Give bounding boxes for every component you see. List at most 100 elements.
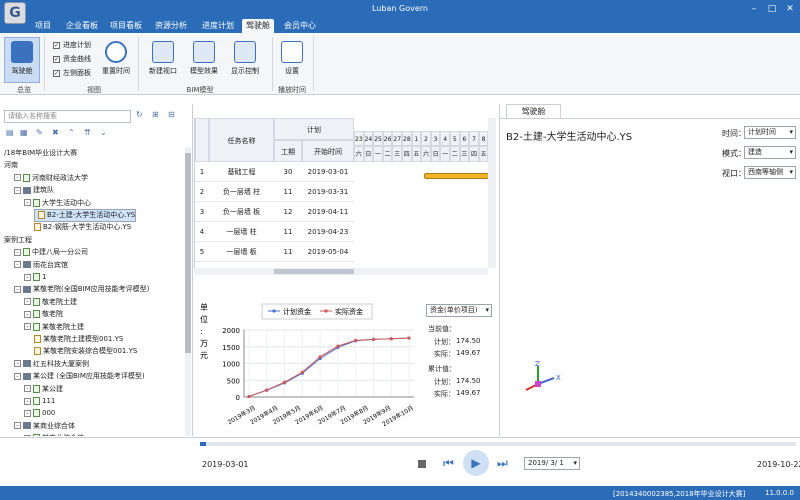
tree-item[interactable]: - 某敬老院土建 xyxy=(24,321,84,334)
gantt-row-start[interactable]: 2019-05-04 xyxy=(302,242,354,262)
tree-item[interactable]: - 某商业综合体 xyxy=(14,420,75,433)
gantt-vscrollbar[interactable] xyxy=(488,118,496,268)
tree-scrollbar[interactable] xyxy=(185,147,191,436)
schedule-checkbox[interactable]: ✓ 进度计划 xyxy=(53,40,91,50)
gantt-row-index[interactable]: 1 xyxy=(195,162,209,182)
tree-item[interactable]: B2-钢筋-大学生活动中心.YS xyxy=(34,221,131,234)
collapse-icon[interactable]: - xyxy=(24,397,31,405)
collapse-icon[interactable]: - xyxy=(24,323,31,331)
gantt-row-task[interactable]: 一层墙 柱 xyxy=(209,222,274,242)
tree-item[interactable]: 案例工程 xyxy=(4,234,32,247)
time-dropdown[interactable]: 计划时间 ▾ xyxy=(744,126,796,139)
scrollbar-thumb[interactable] xyxy=(185,153,191,353)
mode-dropdown[interactable]: 建造 ▾ xyxy=(744,146,796,159)
menu-schedule[interactable]: 进度计划 xyxy=(198,19,238,33)
collapse-icon[interactable]: - xyxy=(14,422,21,430)
menu-project-board[interactable]: 项目看板 xyxy=(106,19,146,33)
gantt-row-index[interactable]: 4 xyxy=(195,222,209,242)
display-control-button[interactable]: 显示控制 xyxy=(227,37,263,76)
menu-member-center[interactable]: 会员中心 xyxy=(280,19,320,33)
tree-item[interactable]: - 某公建 (全国BIM应用技能考评模型) xyxy=(14,370,145,383)
gantt-row-task[interactable]: 一层墙 板 xyxy=(209,242,274,262)
collapse-icon[interactable]: - xyxy=(14,285,21,293)
tree-item[interactable]: - 建筑队 xyxy=(14,184,54,197)
gantt-row-start[interactable]: 2019-03-01 xyxy=(302,162,354,182)
menu-enterprise-board[interactable]: 企业看板 xyxy=(62,19,102,33)
search-input[interactable]: 请输入名称搜索 xyxy=(4,110,131,123)
gantt-row-duration[interactable]: 11 xyxy=(274,182,302,202)
tree-item[interactable]: - 某敬老院(全国BIM应用技能考评模型) xyxy=(14,283,149,296)
minimize-icon[interactable]: – xyxy=(745,2,763,16)
gantt-row-duration[interactable]: 30 xyxy=(274,162,302,182)
left-panel-checkbox[interactable]: ✓ 左侧面板 xyxy=(53,68,91,78)
gantt-row-start[interactable]: 2019-03-31 xyxy=(302,182,354,202)
tree-item[interactable]: - 雨花台宾馆 xyxy=(14,259,68,272)
gantt-task-bar[interactable] xyxy=(424,173,489,179)
fast-forward-icon[interactable]: ⏭ xyxy=(497,456,508,471)
collapse-icon[interactable]: - xyxy=(24,310,31,318)
scrollbar-thumb[interactable] xyxy=(274,269,354,274)
menu-resource-analysis[interactable]: 资源分析 xyxy=(150,19,192,33)
model-effect-button[interactable]: 模型效果 xyxy=(186,37,222,76)
tree-item[interactable]: - 红五科技大厦案例 xyxy=(14,358,89,371)
rewind-icon[interactable]: ⏮ xyxy=(443,456,454,471)
menu-project[interactable]: 项目 xyxy=(30,19,56,33)
new-viewport-button[interactable]: 新建视口 xyxy=(145,37,181,76)
collapse-icon[interactable]: - xyxy=(24,298,31,306)
fund-curve-checkbox[interactable]: ✓ 资金曲线 xyxy=(53,54,91,64)
edit-icon[interactable]: ✎ xyxy=(36,128,43,137)
import-icon[interactable]: ▦ xyxy=(20,128,28,137)
gantt-row-index[interactable]: 3 xyxy=(195,202,209,222)
move-down-icon[interactable]: ⌄ xyxy=(100,128,107,137)
tree-item[interactable]: - 某公建 xyxy=(24,383,63,396)
maximize-icon[interactable]: □ xyxy=(763,2,781,16)
collapse-icon[interactable]: - xyxy=(24,273,31,281)
collapse-icon[interactable]: - xyxy=(24,385,31,393)
cockpit-button[interactable]: 驾驶舱 xyxy=(4,37,40,83)
tree-item[interactable]: B2-土建-大学生活动中心.YS xyxy=(34,209,137,222)
tree-item[interactable]: - 某商业综合体 xyxy=(24,432,84,436)
viewport-dropdown[interactable]: 西南等轴侧 ▾ xyxy=(744,166,796,179)
gantt-row-task[interactable]: 负一层墙 柱 xyxy=(209,182,274,202)
tree-item[interactable]: /18年BIM毕业设计大赛 xyxy=(4,147,77,160)
gantt-row-index[interactable]: 2 xyxy=(195,182,209,202)
gantt-row-duration[interactable]: 12 xyxy=(274,202,302,222)
tree-item[interactable]: - 111 xyxy=(24,395,55,408)
tree-item[interactable]: -1 xyxy=(24,271,46,284)
collapse-icon[interactable]: - xyxy=(14,174,21,182)
menu-cockpit[interactable]: 驾驶舱 xyxy=(242,19,274,33)
gantt-row-start[interactable]: 2019-04-23 xyxy=(302,222,354,242)
tree-item[interactable]: - 河南财经政法大学 xyxy=(14,172,88,185)
collapse-icon[interactable]: - xyxy=(24,434,31,436)
move-top-icon[interactable]: ⇈ xyxy=(84,128,91,137)
fund-type-dropdown[interactable]: 资金(单价项目) ▾ xyxy=(426,304,492,317)
current-date-picker[interactable]: 2019/ 3/ 1 ▾ xyxy=(524,457,580,470)
gantt-row-task[interactable]: 基础工程 xyxy=(209,162,274,182)
collapse-icon[interactable]: - xyxy=(14,261,21,269)
delete-icon[interactable]: ✖ xyxy=(52,128,59,137)
move-up-icon[interactable]: ⌃ xyxy=(68,128,75,137)
collapse-icon[interactable]: - xyxy=(14,186,21,194)
app-logo[interactable]: G xyxy=(4,2,26,24)
collapse-icon[interactable]: - xyxy=(24,409,31,417)
timeline-track[interactable] xyxy=(200,442,796,446)
tab-cockpit[interactable]: 驾驶舱 xyxy=(506,104,561,118)
gantt-hscrollbar[interactable] xyxy=(194,268,488,275)
tree-item[interactable]: - 敬老院土建 xyxy=(24,296,77,309)
new-item-icon[interactable]: ▤ xyxy=(6,128,14,137)
collapse-icon[interactable]: - xyxy=(14,372,21,380)
reset-time-button[interactable]: 重置时间 xyxy=(99,37,133,76)
tree-item[interactable]: 河南 xyxy=(4,159,18,172)
tree-item[interactable]: - 大学生活动中心 xyxy=(24,197,91,210)
collapse-icon[interactable]: - xyxy=(14,248,21,256)
remove-icon[interactable]: ⊟ xyxy=(168,110,175,119)
gantt-row-index[interactable]: 5 xyxy=(195,242,209,262)
stop-icon[interactable] xyxy=(418,460,426,468)
refresh-icon[interactable]: ↻ xyxy=(136,110,143,119)
tree-item[interactable]: - 000 xyxy=(24,407,55,420)
tree-item[interactable]: 某敬老院土建模型001.YS xyxy=(34,333,123,346)
settings-button[interactable]: 设置 xyxy=(278,37,306,76)
tree-item[interactable]: - 敬老院 xyxy=(24,308,63,321)
add-icon[interactable]: ⊞ xyxy=(152,110,159,119)
tree-item[interactable]: 某敬老院安装综合模型001.YS xyxy=(34,345,137,358)
